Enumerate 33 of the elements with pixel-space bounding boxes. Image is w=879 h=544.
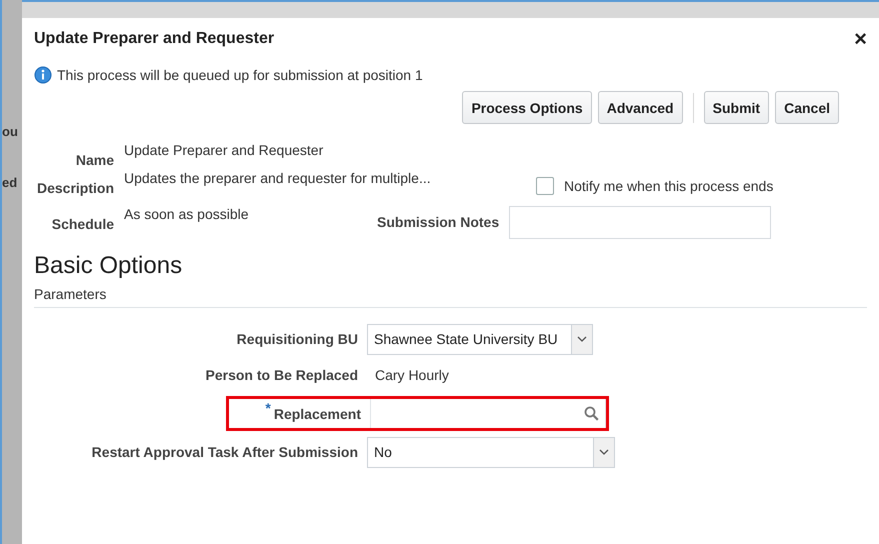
field-label: Restart Approval Task After Submission xyxy=(92,444,358,460)
search-icon xyxy=(584,406,599,421)
info-icon xyxy=(34,66,52,84)
field-label: Person to Be Replaced xyxy=(206,367,358,383)
field-label: Schedule xyxy=(50,215,114,234)
caret-icon xyxy=(577,336,587,342)
field-label: Submission Notes xyxy=(377,214,500,230)
required-mark: * xyxy=(265,400,271,416)
dialog-button[interactable]: Submit xyxy=(704,91,770,124)
field-label: Requisitioning BU xyxy=(236,331,358,347)
field-value: As soon as possible xyxy=(124,205,249,222)
dialog-title: Update Preparer and Requester xyxy=(34,30,274,48)
select-field[interactable]: No xyxy=(367,436,615,468)
select-field[interactable]: Shawnee State University BU xyxy=(367,324,593,354)
field-value: Cary Hourly xyxy=(374,367,449,383)
section-title: Basic Options xyxy=(34,252,184,280)
checkbox-label: Notify me when this process ends xyxy=(564,178,774,194)
dialog-button[interactable]: Cancel xyxy=(775,91,839,124)
field-label: Description xyxy=(36,179,114,198)
notify-checkbox[interactable] xyxy=(536,177,554,195)
dialog-button[interactable]: Process Options xyxy=(462,91,592,124)
field-value: Updates the preparer and requester for multiple... xyxy=(124,169,431,186)
close-button[interactable]: × xyxy=(854,28,867,50)
caret-icon xyxy=(599,449,609,455)
notes-field[interactable] xyxy=(509,206,772,238)
field-label: Name xyxy=(74,151,114,168)
field-value: Update Preparer and Requester xyxy=(124,141,324,158)
info-message: This process will be queued up for submission at position 1 xyxy=(57,67,423,83)
background-text: ou xyxy=(2,124,18,139)
background-text: ed xyxy=(2,175,18,190)
subsection-title: Parameters xyxy=(34,286,867,308)
dialog-button[interactable]: Advanced xyxy=(598,91,683,124)
search-field[interactable] xyxy=(370,399,606,428)
